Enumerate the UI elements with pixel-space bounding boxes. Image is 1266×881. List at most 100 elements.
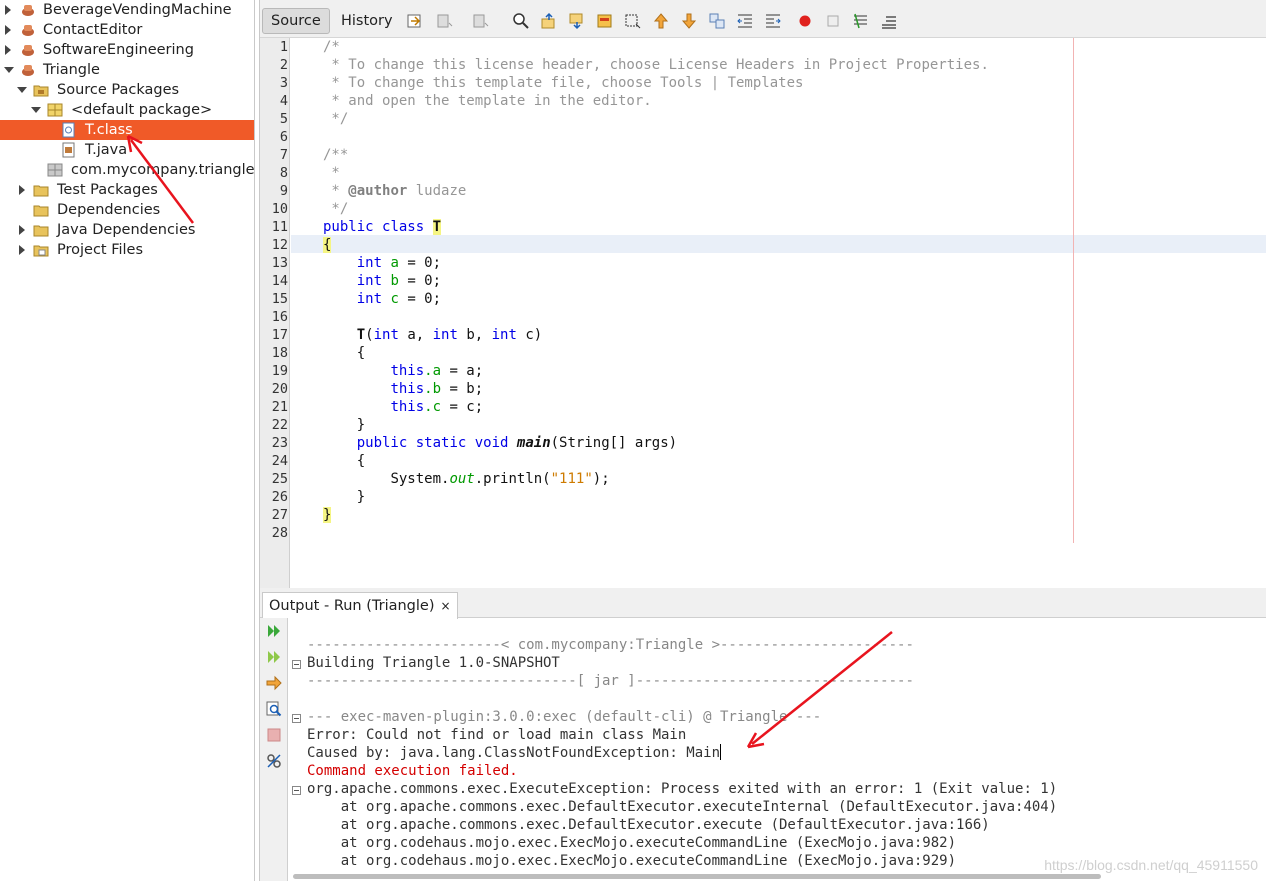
tree-node-test-packages[interactable]: Test Packages [0, 180, 254, 200]
tree-node-label: Java Dependencies [57, 222, 196, 238]
rerun-icon[interactable] [265, 622, 283, 640]
expand-arrow-icon[interactable] [19, 245, 25, 255]
code-line: { [356, 453, 366, 469]
tree-node-label: T.java [85, 142, 128, 158]
collapse-arrow-icon[interactable] [4, 67, 14, 73]
goto-error-icon[interactable] [265, 674, 283, 692]
line-number: 6 [279, 129, 288, 145]
line-number: 18 [271, 345, 288, 361]
fold-toggle-icon[interactable] [292, 714, 301, 723]
output-line: at org.codehaus.mojo.exec.ExecMojo.execu… [307, 835, 957, 851]
java-file-icon [62, 142, 75, 158]
tree-node-contacteditor[interactable]: ContactEditor [0, 20, 254, 40]
find-previous-icon[interactable] [540, 12, 558, 30]
find-selection-icon[interactable] [512, 12, 530, 30]
comment-icon[interactable] [852, 12, 870, 30]
back-icon[interactable] [436, 12, 454, 30]
tree-node-default-package[interactable]: <default package> [0, 100, 254, 120]
expand-arrow-icon[interactable] [19, 225, 25, 235]
expand-arrow-icon[interactable] [19, 185, 25, 195]
code-line: * and open the template in the editor. [323, 93, 652, 109]
output-line: --------------------------------[ jar ]-… [307, 673, 914, 689]
uncomment-icon[interactable] [880, 12, 898, 30]
expand-arrow-icon[interactable] [5, 5, 11, 15]
collapse-arrow-icon[interactable] [17, 87, 27, 93]
tree-node-java-dependencies[interactable]: Java Dependencies [0, 220, 254, 240]
code-line: * @author ludaze [323, 183, 467, 199]
code-line: */ [323, 201, 349, 217]
output-console[interactable]: -----------------------< com.mycompany:T… [289, 618, 1266, 881]
tree-node-t-java[interactable]: T.java [0, 140, 254, 160]
horizontal-scrollbar[interactable] [293, 874, 1101, 879]
find-next-icon[interactable] [568, 12, 586, 30]
shift-right-icon[interactable] [764, 12, 782, 30]
maven-project-icon [22, 5, 34, 16]
output-line: -----------------------< com.mycompany:T… [307, 637, 914, 653]
tree-node-source-packages[interactable]: Source Packages [0, 80, 254, 100]
code-line: this.c = c; [390, 399, 484, 415]
last-edit-icon[interactable] [406, 12, 424, 30]
stop-icon[interactable] [265, 726, 283, 744]
line-number: 24 [271, 453, 288, 469]
forward-icon[interactable] [472, 12, 490, 30]
output-panel[interactable]: Output - Run (Triangle) × ---------------… [259, 588, 1266, 881]
close-tab-icon[interactable]: × [441, 599, 451, 613]
stop-macro-recording-icon[interactable] [824, 12, 842, 30]
fold-toggle-icon[interactable] [292, 786, 301, 795]
code-line: } [356, 417, 366, 433]
line-number: 3 [279, 75, 288, 91]
line-number: 28 [271, 525, 288, 541]
fold-toggle-icon[interactable] [292, 660, 301, 669]
output-line: at org.apache.commons.exec.DefaultExecut… [307, 817, 990, 833]
code-line: * [323, 165, 340, 181]
tree-node-t-class[interactable]: T.class [0, 120, 254, 140]
tree-node-softwareengineering[interactable]: SoftwareEngineering [0, 40, 254, 60]
line-number: 12 [271, 237, 288, 253]
code-line: T(int a, int b, int c) [356, 327, 543, 343]
next-bookmark-icon[interactable] [680, 12, 698, 30]
code-line: System.out.println("111"); [390, 471, 610, 487]
history-tab[interactable]: History [332, 8, 402, 34]
line-number-gutter[interactable]: 1 2 3 4 5 6 7 8 9 10 11 12 13 14 15 16 1… [260, 38, 290, 588]
previous-bookmark-icon[interactable] [652, 12, 670, 30]
code-line: this.b = b; [390, 381, 484, 397]
folder-icon [33, 245, 49, 257]
toggle-bookmark-icon[interactable] [708, 12, 726, 30]
output-line: --- exec-maven-plugin:3.0.0:exec (defaul… [307, 709, 822, 725]
code-line: } [356, 489, 366, 505]
tree-node-com-mycompany-triangle[interactable]: com.mycompany.triangle [0, 160, 254, 180]
code-text-area[interactable]: /* * To change this license header, choo… [291, 38, 1266, 588]
code-editor[interactable]: Source History 1 2 3 4 5 6 7 8 9 10 11 1… [259, 0, 1266, 588]
tree-node-project-files[interactable]: Project Files [0, 240, 254, 260]
output-tab-bar: Output - Run (Triangle) × [260, 588, 1266, 619]
line-number: 4 [279, 93, 288, 109]
code-line: /** [323, 147, 349, 163]
collapse-arrow-icon[interactable] [31, 107, 41, 113]
source-tab[interactable]: Source [262, 8, 330, 34]
tree-node-label: T.class [85, 122, 133, 138]
inspect-icon[interactable] [265, 700, 283, 718]
expand-arrow-icon[interactable] [5, 25, 11, 35]
shift-left-icon[interactable] [736, 12, 754, 30]
package-icon [47, 163, 63, 177]
output-line: org.apache.commons.exec.ExecuteException… [307, 781, 1058, 797]
tree-node-triangle[interactable]: Triangle [0, 60, 254, 80]
output-line-with-caret: Caused by: java.lang.ClassNotFoundExcept… [307, 744, 722, 761]
rectangular-selection-icon[interactable] [624, 12, 642, 30]
folder-icon [33, 225, 49, 237]
maven-project-icon [22, 45, 34, 56]
toggle-highlight-icon[interactable] [596, 12, 614, 30]
line-number: 20 [271, 381, 288, 397]
start-macro-recording-icon[interactable] [796, 12, 814, 30]
line-number: 11 [271, 219, 288, 235]
project-tree[interactable]: BeverageVendingMachine ContactEditor Sof… [0, 0, 255, 881]
output-run-tab[interactable]: Output - Run (Triangle) × [262, 592, 458, 619]
code-line: * To change this template file, choose T… [323, 75, 804, 91]
tree-node-dependencies[interactable]: Dependencies [0, 200, 254, 220]
rerun-with-params-icon[interactable] [265, 648, 283, 666]
line-number: 8 [279, 165, 288, 181]
settings-icon[interactable] [265, 752, 283, 770]
tree-node-beveragevendingmachine[interactable]: BeverageVendingMachine [0, 0, 254, 20]
expand-arrow-icon[interactable] [5, 45, 11, 55]
code-line: * To change this license header, choose … [323, 57, 989, 73]
